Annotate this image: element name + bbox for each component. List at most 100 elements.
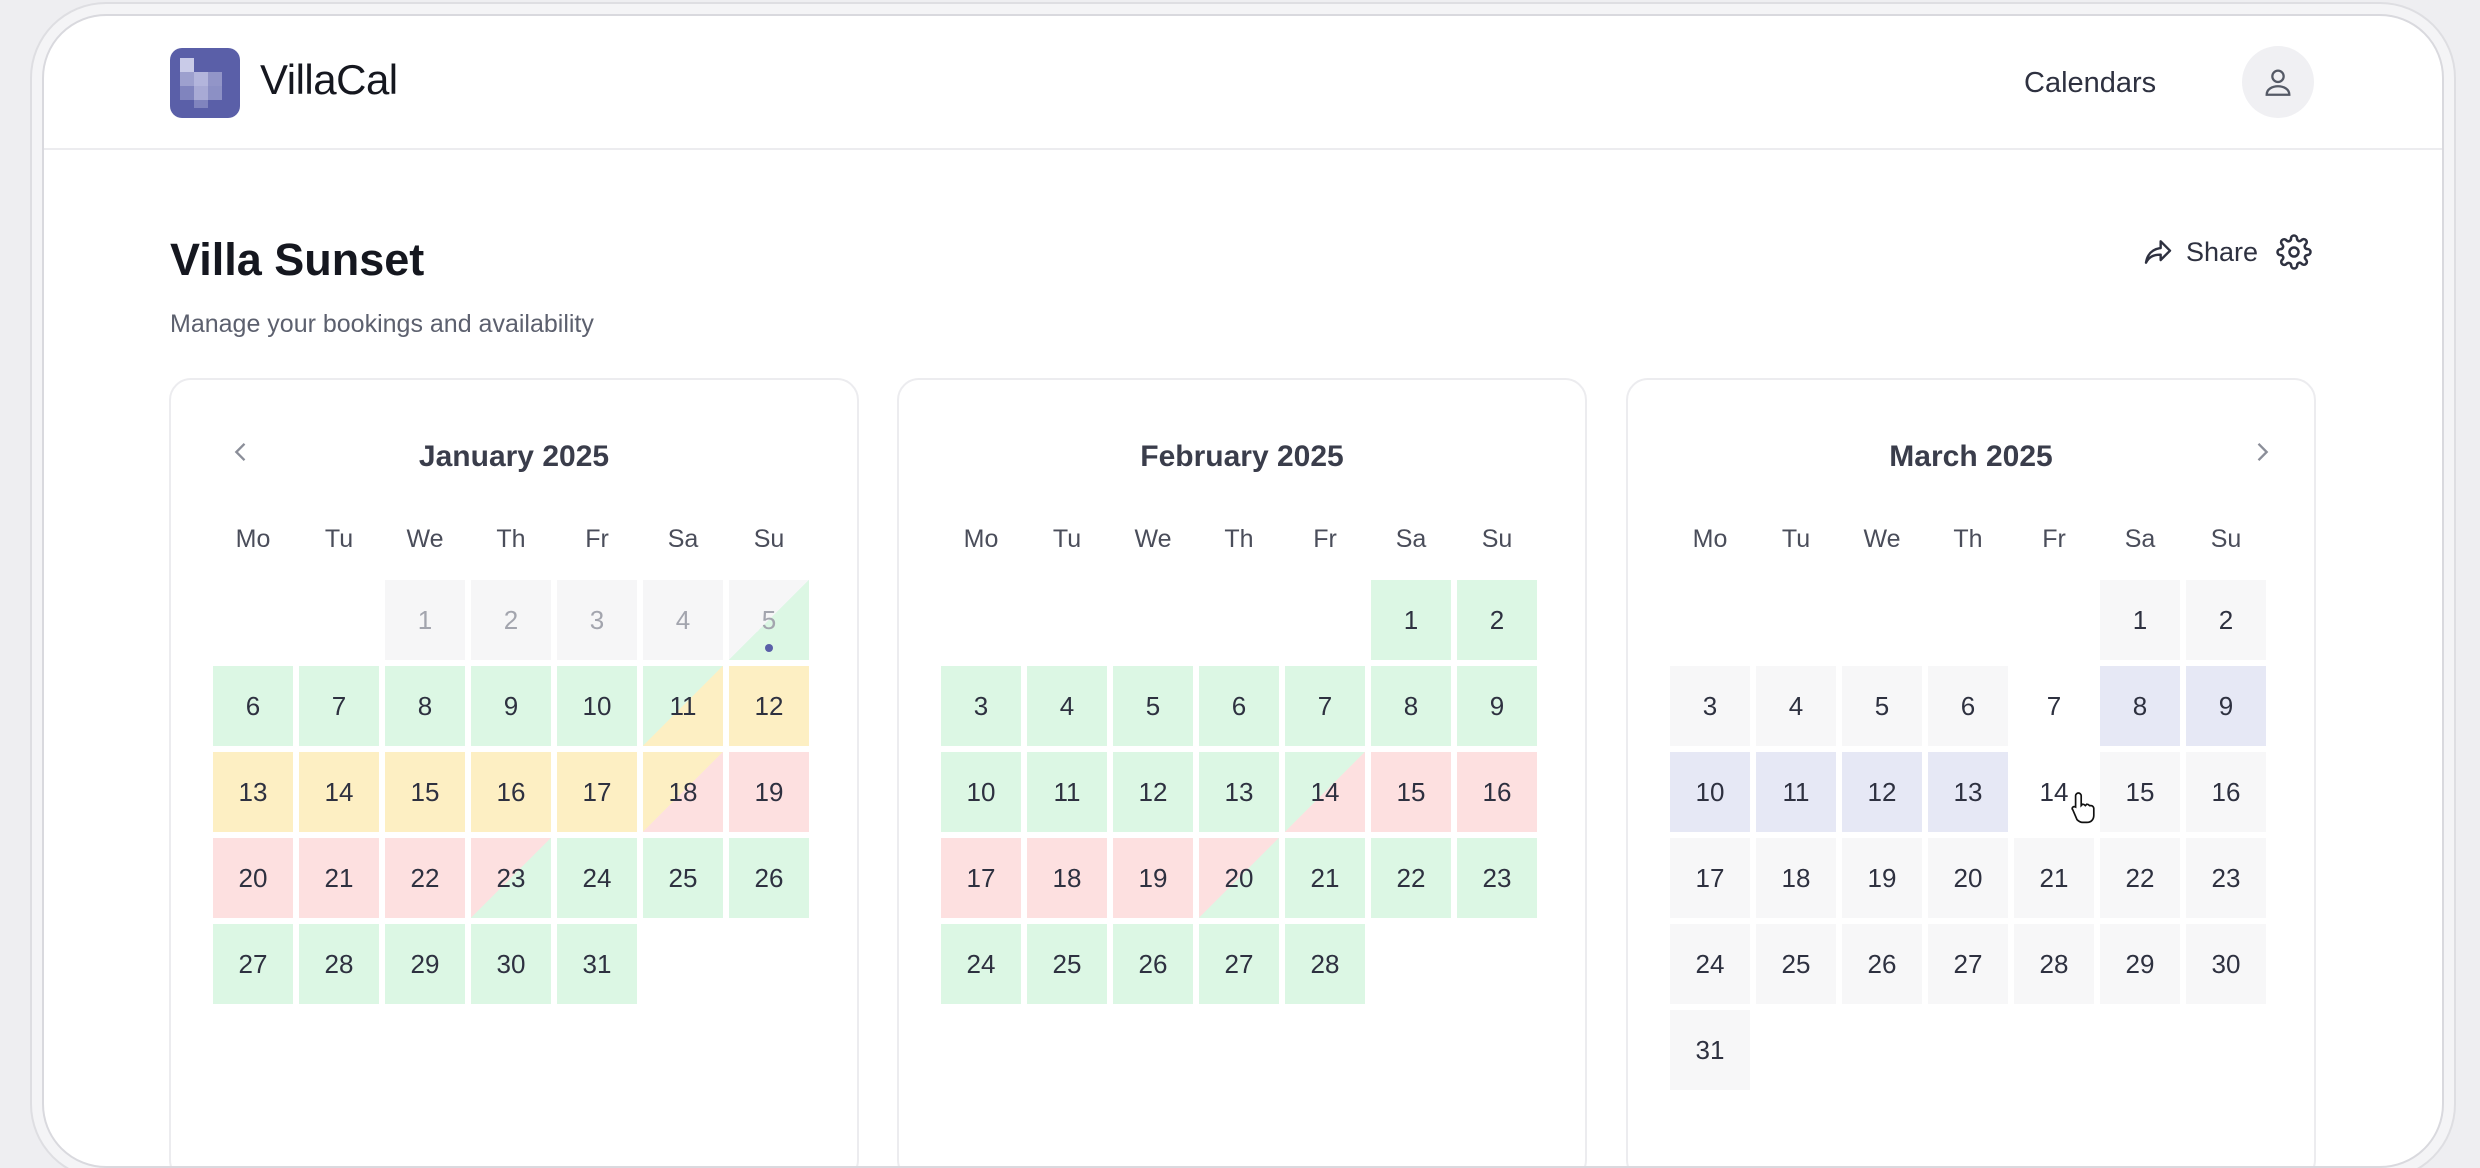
calendar-day[interactable]: 8 [385,666,465,746]
brand-name[interactable]: VillaCal [260,56,398,104]
calendar-day[interactable]: 19 [1842,838,1922,918]
calendar-day[interactable]: 5 [729,580,809,660]
calendar-day[interactable]: 1 [385,580,465,660]
calendar-day[interactable]: 29 [2100,924,2180,1004]
calendar-day[interactable]: 2 [2186,580,2266,660]
calendar-day[interactable]: 6 [1928,666,2008,746]
calendar-day[interactable]: 2 [1457,580,1537,660]
calendar-day[interactable]: 25 [1027,924,1107,1004]
calendar-day[interactable]: 18 [1027,838,1107,918]
calendar-day[interactable]: 24 [557,838,637,918]
calendar-day[interactable]: 4 [1756,666,1836,746]
calendar-day[interactable]: 26 [1842,924,1922,1004]
calendar-day[interactable]: 14 [1285,752,1365,832]
mouse-cursor-icon [2071,792,2095,824]
calendar-day[interactable]: 4 [643,580,723,660]
nav-calendars-link[interactable]: Calendars [2024,67,2156,100]
calendar-day[interactable]: 1 [1371,580,1451,660]
settings-button[interactable] [2276,234,2312,275]
next-month-button[interactable] [2248,438,2276,471]
share-label: Share [2186,236,2259,267]
calendar-day[interactable]: 12 [1842,752,1922,832]
calendar-day[interactable]: 5 [1113,666,1193,746]
calendar-day[interactable]: 28 [299,924,379,1004]
calendar-day[interactable]: 21 [1285,838,1365,918]
user-avatar[interactable] [2242,46,2314,118]
calendar-day[interactable]: 15 [385,752,465,832]
calendar-day[interactable]: 10 [941,752,1021,832]
calendar-day[interactable]: 12 [1113,752,1193,832]
calendar-day[interactable]: 20 [213,838,293,918]
calendar-day[interactable]: 1 [2100,580,2180,660]
calendar-day[interactable]: 17 [557,752,637,832]
calendar-day[interactable]: 22 [385,838,465,918]
calendar-day[interactable]: 19 [729,752,809,832]
calendar-day[interactable]: 16 [2186,752,2266,832]
calendar-day[interactable]: 31 [1670,1010,1750,1090]
calendar-day[interactable]: 18 [1756,838,1836,918]
calendar-day[interactable]: 23 [2186,838,2266,918]
calendar-day[interactable]: 2 [471,580,551,660]
calendar-day[interactable]: 9 [471,666,551,746]
calendar-day[interactable]: 15 [1371,752,1451,832]
calendar-day[interactable]: 7 [1285,666,1365,746]
calendar-day[interactable]: 7 [299,666,379,746]
calendar-day[interactable]: 29 [385,924,465,1004]
calendar-day[interactable]: 3 [1670,666,1750,746]
calendar-day[interactable]: 26 [729,838,809,918]
calendar-day[interactable]: 17 [1670,838,1750,918]
share-button[interactable]: Share [2142,236,2258,268]
calendar-day[interactable]: 16 [471,752,551,832]
calendar-day[interactable]: 17 [941,838,1021,918]
calendar-day[interactable]: 23 [471,838,551,918]
weekday-label: Mo [963,525,999,553]
calendar-day[interactable]: 27 [1199,924,1279,1004]
calendar-day[interactable]: 28 [2014,924,2094,1004]
calendar-day[interactable]: 9 [1457,666,1537,746]
calendar-day[interactable]: 23 [1457,838,1537,918]
calendar-day[interactable]: 21 [2014,838,2094,918]
calendar-day[interactable]: 15 [2100,752,2180,832]
calendar-day[interactable]: 28 [1285,924,1365,1004]
calendar-day[interactable]: 22 [1371,838,1451,918]
calendar-day[interactable]: 30 [471,924,551,1004]
calendar-day[interactable]: 9 [2186,666,2266,746]
calendar-day[interactable]: 13 [1199,752,1279,832]
calendar-day[interactable]: 10 [557,666,637,746]
calendar-day[interactable]: 3 [557,580,637,660]
calendar-day[interactable]: 3 [941,666,1021,746]
app-window: VillaCal Calendars Villa Sunset Manage y… [42,14,2444,1168]
villacal-logo-icon[interactable] [170,48,240,118]
calendar-day[interactable]: 5 [1842,666,1922,746]
calendar-day[interactable]: 14 [299,752,379,832]
calendar-day[interactable]: 20 [1199,838,1279,918]
calendar-day[interactable]: 11 [1756,752,1836,832]
calendar-day[interactable]: 30 [2186,924,2266,1004]
calendar-day[interactable]: 4 [1027,666,1107,746]
calendar-day[interactable]: 25 [643,838,723,918]
calendar-day[interactable]: 16 [1457,752,1537,832]
calendar-day[interactable]: 20 [1928,838,2008,918]
calendar-day[interactable]: 24 [1670,924,1750,1004]
calendar-day[interactable]: 13 [1928,752,2008,832]
calendar-day[interactable]: 26 [1113,924,1193,1004]
calendar-day[interactable]: 11 [643,666,723,746]
calendar-day[interactable]: 6 [1199,666,1279,746]
calendar-day[interactable]: 13 [213,752,293,832]
calendar-day[interactable]: 31 [557,924,637,1004]
calendar-day[interactable]: 8 [1371,666,1451,746]
calendar-day[interactable]: 25 [1756,924,1836,1004]
calendar-day[interactable]: 6 [213,666,293,746]
calendar-day[interactable]: 27 [213,924,293,1004]
calendar-day[interactable]: 27 [1928,924,2008,1004]
calendar-day[interactable]: 10 [1670,752,1750,832]
calendar-day[interactable]: 18 [643,752,723,832]
calendar-day[interactable]: 8 [2100,666,2180,746]
calendar-day[interactable]: 19 [1113,838,1193,918]
calendar-day[interactable]: 24 [941,924,1021,1004]
calendar-day[interactable]: 22 [2100,838,2180,918]
calendar-day[interactable]: 12 [729,666,809,746]
calendar-day[interactable]: 11 [1027,752,1107,832]
calendar-day[interactable]: 21 [299,838,379,918]
calendar-day[interactable]: 7 [2014,666,2094,746]
